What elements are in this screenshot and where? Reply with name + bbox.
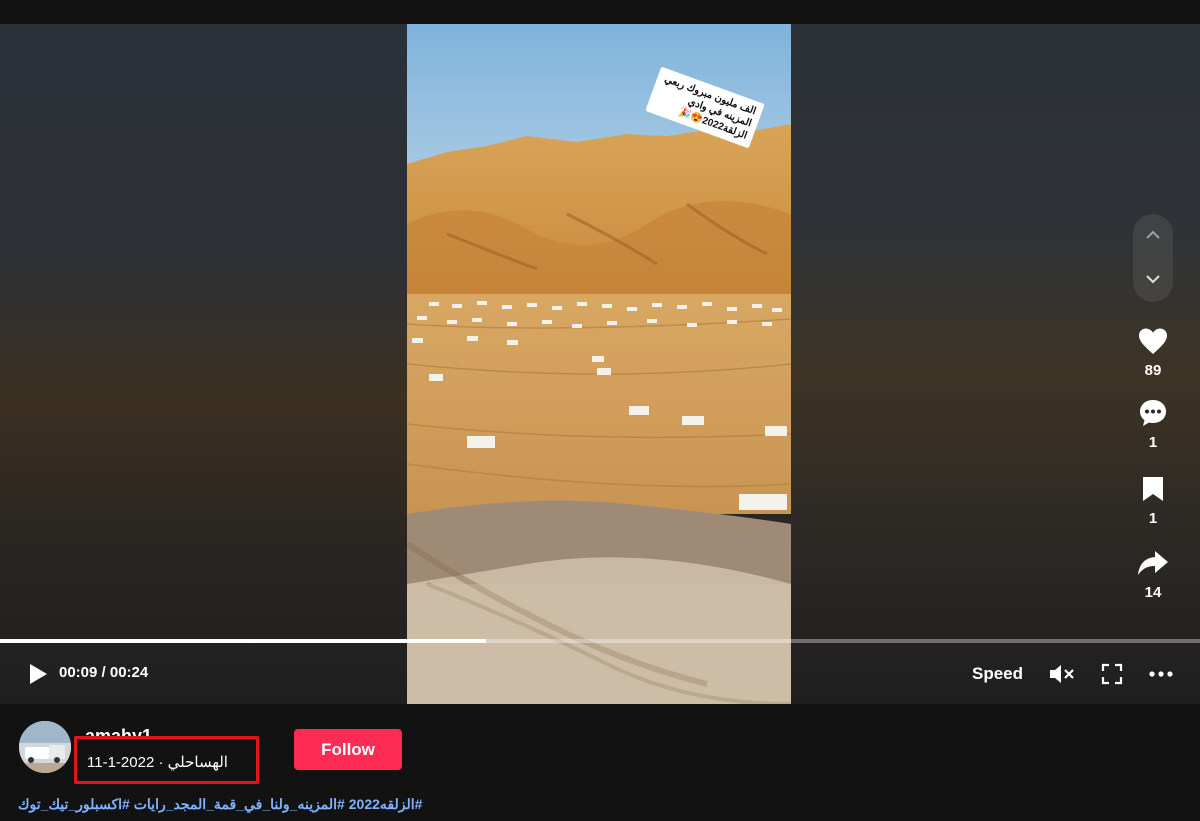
avatar-image <box>19 721 71 773</box>
side-action-bar: 89 1 1 14 <box>1100 24 1200 704</box>
comment-count: 1 <box>1148 434 1158 451</box>
more-options-button[interactable] <box>1147 662 1175 686</box>
follow-button[interactable]: Follow <box>294 729 402 770</box>
muted-speaker-icon <box>1050 665 1074 683</box>
highlighted-author-meta: الهساحلي · 2022-1-11 <box>74 736 259 784</box>
more-dots-icon <box>1149 671 1173 677</box>
speed-button[interactable]: Speed <box>972 664 1023 684</box>
share-count: 14 <box>1144 584 1162 601</box>
video-page: الف مليون مبروك ربعي المزينه في وادي الز… <box>0 0 1200 821</box>
progress-fill <box>0 639 486 643</box>
blurred-background-left <box>0 24 407 704</box>
fullscreen-icon <box>1101 663 1123 685</box>
play-icon <box>30 664 47 684</box>
video-player[interactable]: الف مليون مبروك ربعي المزينه في وادي الز… <box>0 24 1200 704</box>
author-meta: الهساحلي · 2022-1-11 <box>87 754 228 771</box>
share-action[interactable]: 14 <box>1130 546 1176 601</box>
video-nav-pill <box>1133 214 1173 302</box>
like-action[interactable]: 89 <box>1130 324 1176 379</box>
previous-video-button[interactable] <box>1133 220 1173 250</box>
video-hashtags[interactable]: #الزلقه2022 #المزينه_ولنا_في_قمة_المجد_ر… <box>18 796 422 813</box>
chevron-down-icon <box>1146 275 1160 284</box>
progress-bar[interactable] <box>0 639 1200 643</box>
bookmark-count: 1 <box>1148 510 1158 527</box>
playback-time: 00:09 / 00:24 <box>59 664 149 681</box>
fullscreen-button[interactable] <box>1098 662 1126 686</box>
player-controls: 00:09 / 00:24 Speed <box>0 652 1200 696</box>
mute-button[interactable] <box>1048 662 1076 686</box>
avatar[interactable] <box>19 721 71 773</box>
comment-action[interactable]: 1 <box>1130 396 1176 451</box>
heart-icon <box>1130 324 1176 358</box>
video-info-panel: amahy1 الهساحلي · 2022-1-11 Follow #الزل… <box>0 704 1200 821</box>
bookmark-icon <box>1130 472 1176 506</box>
next-video-button[interactable] <box>1133 264 1173 294</box>
share-icon <box>1130 546 1176 580</box>
like-count: 89 <box>1144 362 1162 379</box>
chevron-up-icon <box>1146 230 1160 239</box>
comment-icon <box>1130 396 1176 430</box>
bookmark-action[interactable]: 1 <box>1130 472 1176 527</box>
play-button[interactable] <box>26 662 50 686</box>
